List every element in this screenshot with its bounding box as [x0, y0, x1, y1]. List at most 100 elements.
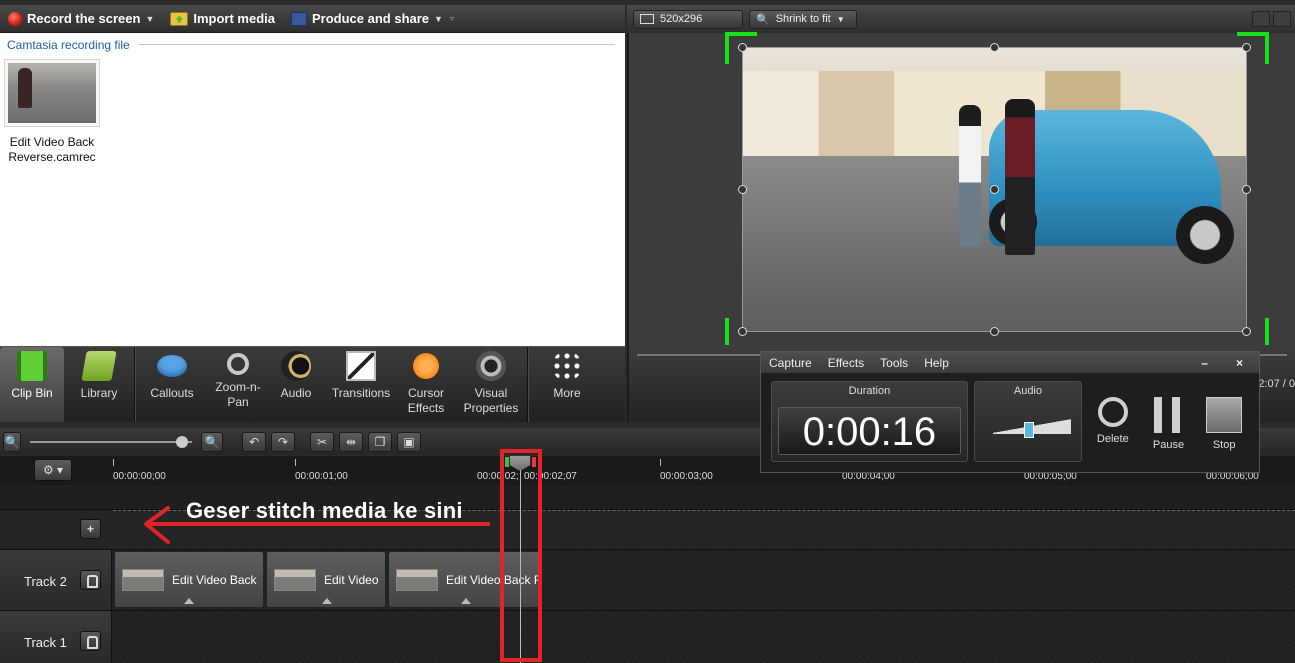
transition-marker-icon[interactable] — [184, 598, 194, 604]
canvas-size-label: 520x296 — [660, 13, 703, 25]
resize-handle[interactable] — [1242, 185, 1251, 194]
pan-hand-icon[interactable] — [1273, 11, 1291, 27]
pause-icon — [1150, 397, 1187, 433]
clip-thumbnail — [122, 568, 164, 591]
lock-icon[interactable] — [80, 631, 101, 651]
split-icon[interactable]: ⇹ — [339, 431, 363, 452]
produce-share-button[interactable]: Produce and share ▼ ▿ — [283, 6, 462, 32]
task-library[interactable]: Library — [64, 347, 134, 422]
tasks-toolbar: Clip Bin Library Callouts Zoom-n-Pan Aud… — [0, 346, 625, 422]
highlight-box — [500, 449, 542, 662]
clip-name: Edit Video Back Reverse.camrec — [8, 135, 96, 164]
task-label: More — [553, 386, 581, 400]
task-label: Callouts — [150, 386, 194, 400]
add-track-button[interactable]: + — [80, 519, 101, 539]
transition-marker-icon[interactable] — [461, 598, 471, 604]
resize-handle[interactable] — [990, 327, 999, 336]
clip-label: Edit Video Back — [172, 572, 257, 587]
task-more[interactable]: More — [528, 347, 606, 422]
task-callouts[interactable]: Callouts — [135, 347, 209, 422]
gear-icon[interactable]: ⚙ ▾ — [34, 459, 72, 481]
zoom-dropdown[interactable]: 🔍 Shrink to fit ▼ — [749, 9, 857, 29]
minimize-icon[interactable]: – — [1193, 356, 1216, 370]
pause-button[interactable]: Pause — [1144, 381, 1194, 462]
ruler-timecode: 00:00:01;00 — [295, 471, 348, 482]
overflow-chevron-icon[interactable]: ▿ — [450, 14, 454, 23]
ruler-timecode: 00:00:03;00 — [660, 471, 713, 482]
task-label: Transitions — [331, 386, 391, 400]
copy-icon[interactable]: ❐ — [368, 431, 392, 452]
cursor-icon — [411, 351, 441, 381]
preview-toolbar: 520x296 🔍 Shrink to fit ▼ — [627, 5, 1295, 33]
annotation-text: Geser stitch media ke sini — [186, 498, 463, 523]
cut-icon[interactable]: ✂ — [310, 431, 334, 452]
timeline-clip[interactable]: Edit Video — [266, 551, 386, 608]
stop-button[interactable]: Stop — [1199, 381, 1249, 462]
record-screen-button[interactable]: Record the screen ▼ — [0, 6, 162, 32]
produce-film-icon — [290, 11, 307, 26]
main-menubar: Record the screen ▼ Import media Produce… — [0, 5, 625, 33]
selection-corner — [1237, 32, 1269, 64]
task-transitions[interactable]: Transitions — [325, 347, 397, 422]
header-divider — [138, 44, 615, 45]
audio-volume-slider[interactable] — [1023, 422, 1034, 438]
menu-effects[interactable]: Effects — [820, 356, 872, 370]
clip-bin-header: Camtasia recording file — [7, 38, 130, 52]
lock-icon[interactable] — [80, 570, 101, 590]
delete-icon — [1097, 397, 1128, 427]
menu-tools[interactable]: Tools — [872, 356, 916, 370]
task-visual-properties[interactable]: Visual Properties — [455, 347, 527, 422]
crop-icon[interactable] — [1252, 11, 1270, 27]
resize-handle[interactable] — [738, 185, 747, 194]
canvas-size-button[interactable]: 520x296 — [633, 9, 743, 29]
task-label: Cursor Effects — [407, 386, 445, 415]
zoom-out-icon[interactable]: 🔍 — [3, 431, 21, 452]
track-1[interactable]: Track 1 — [0, 610, 1295, 663]
delete-button[interactable]: Delete — [1088, 381, 1138, 462]
task-clip-bin[interactable]: Clip Bin — [0, 347, 64, 422]
track-name: Track 1 — [24, 635, 67, 650]
track-2[interactable]: Track 2 Edit Video Back Edit Video Edit … — [0, 549, 1295, 610]
record-icon — [8, 11, 22, 26]
duration-label: Duration — [848, 385, 891, 397]
zoom-in-icon[interactable]: 🔍 — [201, 431, 223, 452]
clip-thumbnail — [396, 568, 438, 591]
zoom-label: Shrink to fit — [775, 13, 831, 25]
paste-icon[interactable]: ▣ — [397, 431, 421, 452]
ruler-timecode: 00:00:00;00 — [113, 471, 166, 482]
library-folder-icon — [81, 351, 117, 381]
preview-pane — [627, 32, 1295, 350]
close-icon[interactable]: × — [1228, 356, 1251, 370]
task-zoom-n-pan[interactable]: Zoom-n-Pan — [209, 347, 267, 422]
duration-readout: 0:00:16 — [778, 407, 961, 455]
menu-help[interactable]: Help — [916, 356, 957, 370]
rotate-handle[interactable] — [990, 185, 999, 194]
resize-handle[interactable] — [990, 43, 999, 52]
transition-marker-icon[interactable] — [322, 598, 332, 604]
callout-bubble-icon — [157, 355, 187, 377]
menu-capture[interactable]: Capture — [761, 356, 820, 370]
film-strip-icon — [17, 351, 47, 381]
undo-icon[interactable]: ↶ — [242, 431, 266, 452]
task-audio[interactable]: Audio — [267, 347, 325, 422]
clip-label: Edit Video — [324, 572, 379, 587]
search-icon: 🔍 — [756, 13, 770, 26]
timeline-clip[interactable]: Edit Video Back — [114, 551, 264, 608]
stop-label: Stop — [1212, 439, 1236, 451]
redo-icon[interactable]: ↷ — [271, 431, 295, 452]
import-media-button[interactable]: Import media — [162, 6, 283, 32]
duration-panel: Duration 0:00:16 — [771, 381, 968, 462]
task-label: Library — [80, 386, 118, 400]
chevron-down-icon: ▼ — [145, 13, 155, 24]
clip-bin-item[interactable]: Edit Video Back Reverse.camrec — [4, 59, 100, 165]
selection-corner — [725, 32, 757, 64]
clip-thumbnail — [4, 59, 100, 127]
stop-icon — [1206, 397, 1243, 433]
track-name: Track 2 — [24, 574, 67, 589]
task-cursor-effects[interactable]: Cursor Effects — [397, 347, 455, 422]
preview-window-controls — [1252, 11, 1291, 27]
preview-timecode: 2:07 / 0 — [1258, 378, 1295, 390]
task-label: Clip Bin — [11, 386, 53, 400]
timeline-zoom-slider[interactable] — [26, 432, 196, 452]
visual-properties-icon — [476, 351, 506, 381]
